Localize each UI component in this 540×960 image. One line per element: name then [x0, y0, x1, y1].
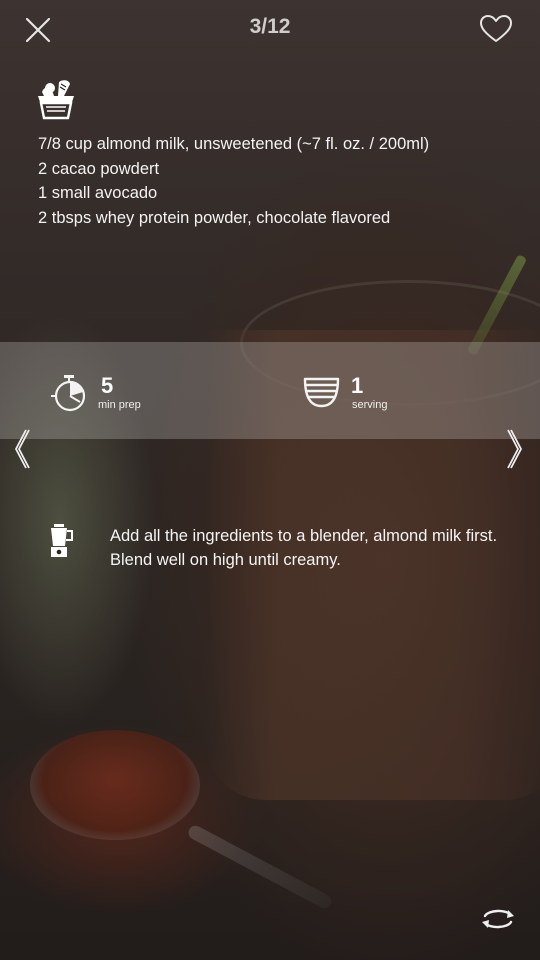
serving-value: 1	[351, 373, 364, 398]
chevron-right-icon	[507, 429, 523, 469]
blender-icon	[48, 524, 74, 558]
spoon-shape	[30, 730, 200, 840]
prep-time-label: min prep	[98, 399, 141, 411]
favorite-button[interactable]	[479, 14, 513, 44]
previous-step-button[interactable]	[11, 428, 31, 470]
instructions-text: Add all the ingredients to a blender, al…	[110, 527, 498, 569]
bowls-icon	[303, 376, 340, 409]
grocery-bag-icon	[36, 78, 76, 120]
spoon-handle-shape	[186, 823, 334, 911]
timer-icon	[50, 374, 90, 412]
page-indicator: 3/12	[249, 15, 291, 38]
serving-label: serving	[352, 399, 388, 411]
rotate-button[interactable]	[480, 906, 516, 932]
ingredients-list: 7/8 cup almond milk, unsweetened (~7 fl.…	[38, 132, 429, 230]
ingredient-item: 2 cacao powdert	[38, 159, 160, 178]
next-step-button[interactable]	[506, 428, 526, 470]
ingredient-item: 7/8 cup almond milk, unsweetened (~7 fl.…	[38, 135, 430, 153]
rotate-icon	[482, 909, 514, 929]
prep-time-value: 5	[101, 373, 114, 398]
chevron-left-icon	[14, 429, 30, 469]
ingredient-item: 2 tbsps whey protein powder, chocolate f…	[38, 208, 391, 227]
heart-icon	[480, 15, 512, 42]
ingredient-item: 1 small avocado	[38, 184, 158, 202]
